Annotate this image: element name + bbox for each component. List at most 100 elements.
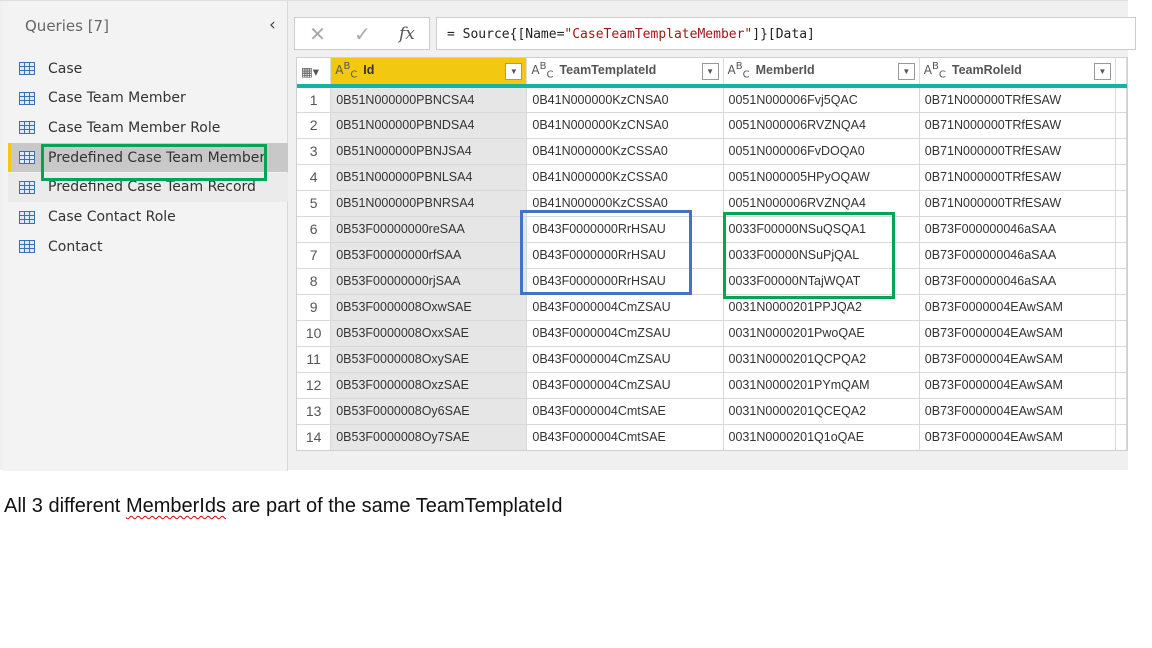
table-cell[interactable]: 0B53F0000008Oy7SAE: [330, 424, 528, 450]
table-cell[interactable]: 0B43F0000004CmtSAE: [526, 424, 724, 450]
row-number: 8: [297, 268, 332, 295]
table-cell[interactable]: 0B41N000000KzCSSA0: [526, 138, 724, 165]
query-label: Case Team Member: [48, 90, 186, 107]
table-cell[interactable]: 0B43F0000004CmtSAE: [526, 398, 724, 425]
formula-input[interactable]: = Source{[Name="CaseTeamTemplateMember"]…: [436, 17, 1136, 50]
table-cell[interactable]: 0B71N000000TRfESAW: [919, 112, 1116, 139]
query-label: Case Team Member Role: [48, 119, 221, 136]
table-cell[interactable]: 0051N000006Fvj5QAC: [723, 86, 920, 113]
table-cell[interactable]: 0051N000005HPyOQAW: [723, 164, 920, 191]
table-cell[interactable]: 0B53F00000000reSAA: [330, 216, 528, 243]
table-cell[interactable]: 0B71N000000TRfESAW: [919, 164, 1116, 191]
data-table: ▦▾ ABC Id ▼ ABC TeamTemplateId ▼ ABC MemberId ▼ AB…: [297, 58, 1127, 450]
table-row: 4 0B51N000000PBNLSA4 0B41N000000KzCSSA0 005…: [297, 164, 1127, 191]
query-label: Contact: [48, 238, 103, 255]
table-cell: [1115, 138, 1127, 165]
text-type-icon[interactable]: ABC: [924, 61, 946, 80]
query-item[interactable]: Contact: [8, 232, 288, 261]
formula-suffix: ]}[Data]: [752, 27, 815, 42]
table-cell[interactable]: 0B73F0000004EAwSAM: [919, 320, 1116, 347]
row-number: 7: [297, 242, 332, 269]
collapse-pane-icon[interactable]: ‹: [269, 15, 276, 35]
table-cell[interactable]: 0031N0000201Q1oQAE: [723, 424, 920, 450]
table-menu-icon[interactable]: ▦▾: [297, 58, 332, 88]
table-cell[interactable]: 0B53F00000000rjSAA: [330, 268, 528, 295]
table-cell[interactable]: 0B41N000000KzCSSA0: [526, 164, 724, 191]
table-cell[interactable]: 0B73F0000004EAwSAM: [919, 372, 1116, 399]
table-cell[interactable]: 0B53F0000008OxzSAE: [330, 372, 528, 399]
table-cell[interactable]: 0B73F0000004EAwSAM: [919, 398, 1116, 425]
commit-icon[interactable]: ✓: [354, 22, 371, 46]
row-number: 4: [297, 164, 332, 191]
query-item[interactable]: Case Team Member Role: [8, 113, 288, 142]
column-header[interactable]: ABC TeamTemplateId ▼: [526, 58, 724, 88]
table-cell[interactable]: 0B71N000000TRfESAW: [919, 190, 1116, 217]
table-cell[interactable]: 0B51N000000PBNJSA4: [330, 138, 528, 165]
table-cell[interactable]: 0B43F0000004CmZSAU: [526, 372, 724, 399]
filter-dropdown-icon[interactable]: ▼: [701, 63, 719, 80]
table-cell[interactable]: 0031N0000201QCEQA2: [723, 398, 920, 425]
table-cell[interactable]: 0031N0000201PYmQAM: [723, 372, 920, 399]
cancel-icon[interactable]: ✕: [309, 22, 326, 46]
text-type-icon[interactable]: ABC: [335, 61, 357, 80]
table-cell: [1115, 112, 1127, 139]
table-cell[interactable]: 0031N0000201QCPQA2: [723, 346, 920, 373]
table-cell[interactable]: 0051N000006FvDOQA0: [723, 138, 920, 165]
filter-dropdown-icon[interactable]: ▼: [1093, 63, 1111, 80]
column-header[interactable]: ABC MemberId ▼: [723, 58, 920, 88]
table-cell[interactable]: 0B73F0000004EAwSAM: [919, 294, 1116, 321]
table-cell[interactable]: 0B53F0000008Oy6SAE: [330, 398, 528, 425]
table-cell[interactable]: 0B73F000000046aSAA: [919, 216, 1116, 243]
table-row: 2 0B51N000000PBNDSA4 0B41N000000KzCNSA0 005…: [297, 112, 1127, 139]
table-cell[interactable]: 0B53F0000008OxxSAE: [330, 320, 528, 347]
query-label: Case: [48, 60, 83, 77]
text-type-icon[interactable]: ABC: [531, 61, 553, 80]
fx-icon[interactable]: fx: [399, 24, 415, 44]
filter-dropdown-icon[interactable]: ▼: [505, 63, 523, 80]
next-column-header[interactable]: [1115, 58, 1127, 88]
table-cell[interactable]: 0B53F0000008OxwSAE: [330, 294, 528, 321]
table-cell[interactable]: 0B51N000000PBNCSA4: [330, 86, 528, 113]
table-cell[interactable]: 0B73F0000004EAwSAM: [919, 346, 1116, 373]
table-cell[interactable]: 0B73F000000046aSAA: [919, 242, 1116, 269]
table-cell[interactable]: 0B71N000000TRfESAW: [919, 138, 1116, 165]
column-header[interactable]: ABC TeamRoleId ▼: [919, 58, 1116, 88]
filter-dropdown-icon[interactable]: ▼: [897, 63, 915, 80]
table-cell[interactable]: 0B51N000000PBNLSA4: [330, 164, 528, 191]
column-header[interactable]: ABC Id ▼: [330, 58, 528, 88]
row-number: 12: [297, 372, 332, 399]
table-cell[interactable]: 0B53F00000000rfSAA: [330, 242, 528, 269]
table-cell[interactable]: 0B41N000000KzCNSA0: [526, 86, 724, 113]
table-row: 11 0B53F0000008OxySAE 0B43F0000004CmZSAU 00…: [297, 346, 1127, 373]
table-cell[interactable]: 0B41N000000KzCNSA0: [526, 112, 724, 139]
member-highlight-box: [723, 212, 895, 299]
table-cell[interactable]: 0051N000006RVZNQA4: [723, 112, 920, 139]
query-item[interactable]: Case Team Member: [8, 84, 288, 113]
note-misspelled-word: MemberIds: [125, 495, 226, 517]
sidebar-highlight-box: [41, 144, 267, 181]
table-row: 5 0B51N000000PBNRSA4 0B41N000000KzCSSA0 005…: [297, 190, 1127, 217]
table-cell[interactable]: 0B43F0000004CmZSAU: [526, 320, 724, 347]
table-cell[interactable]: 0031N0000201PwoQAE: [723, 320, 920, 347]
table-cell[interactable]: 0B51N000000PBNRSA4: [330, 190, 528, 217]
table-cell: [1115, 424, 1127, 450]
table-cell[interactable]: 0B73F0000004EAwSAM: [919, 424, 1116, 450]
power-query-editor: Queries [7] ‹ Case Case Team Member Case T…: [0, 0, 1136, 471]
table-cell: [1115, 216, 1127, 243]
text-type-icon[interactable]: ABC: [728, 61, 750, 80]
table-row: 14 0B53F0000008Oy7SAE 0B43F0000004CmtSAE 00…: [297, 424, 1127, 450]
note-text: are part of the same TeamTemplateId: [225, 495, 563, 517]
table-cell[interactable]: 0B43F0000004CmZSAU: [526, 346, 724, 373]
queries-pane: Queries [7] ‹ Case Case Team Member Case T…: [3, 1, 288, 471]
query-item[interactable]: Case: [8, 54, 288, 83]
table-cell[interactable]: 0B51N000000PBNDSA4: [330, 112, 528, 139]
table-row: 13 0B53F0000008Oy6SAE 0B43F0000004CmtSAE 00…: [297, 398, 1127, 425]
table-cell[interactable]: 0B73F000000046aSAA: [919, 268, 1116, 295]
table-cell[interactable]: 0B43F0000004CmZSAU: [526, 294, 724, 321]
table-cell[interactable]: 0B71N000000TRfESAW: [919, 86, 1116, 113]
query-item[interactable]: Case Contact Role: [8, 203, 288, 232]
table-icon: [19, 240, 35, 254]
table-cell[interactable]: 0B53F0000008OxySAE: [330, 346, 528, 373]
column-name: TeamRoleId: [951, 63, 1022, 78]
row-number: 11: [297, 346, 332, 373]
